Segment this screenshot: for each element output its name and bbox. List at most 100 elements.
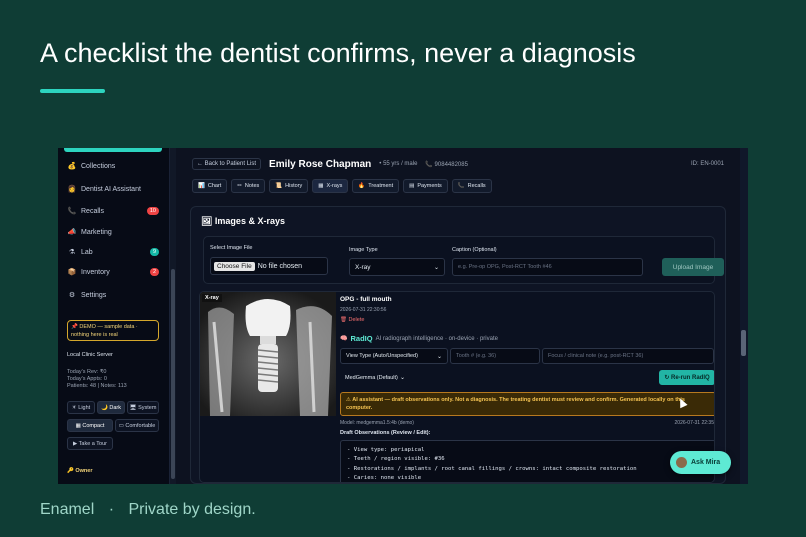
draft-observations-textarea[interactable]: - View type: periapical - Teeth / region… — [340, 440, 714, 482]
main-scrollbar[interactable] — [740, 148, 748, 484]
tab-history[interactable]: 📜 History — [269, 179, 309, 193]
take-tour-button[interactable]: ▶ Take a Tour — [67, 437, 113, 450]
app-screenshot: 💰 Collections 👩 Dentist AI Assistant 📞 R… — [58, 148, 748, 484]
patient-phone: 📞 9084482085 — [425, 161, 468, 168]
draft-observations-label: Draft Observations (Review / Edit): — [340, 430, 431, 436]
footer-separator: · — [108, 501, 115, 518]
images-card-title: 🖼 Images & X-rays — [201, 216, 285, 226]
upload-image-button[interactable]: Upload Image — [662, 258, 724, 276]
sidebar-active-indicator — [64, 148, 162, 152]
patient-tabs: 📊 Chart ✏ Notes 📜 History ▦ X-rays 🔥 Treatmen… — [192, 179, 492, 193]
tab-label: Recalls — [467, 183, 486, 189]
pencil-icon: ✏ — [237, 183, 242, 189]
slide-title: A checklist the dentist confirms, never … — [40, 38, 636, 68]
stat-revenue: Today's Rev: ₹0 — [67, 369, 107, 375]
count-badge: 10 — [146, 207, 159, 215]
sidebar-item-dentist-ai[interactable]: 👩 Dentist AI Assistant — [67, 181, 159, 197]
tab-recalls[interactable]: 📞 Recalls — [451, 179, 492, 193]
count-badge: 2 — [149, 268, 159, 276]
upload-form: Select Image File Choose File No file ch… — [203, 236, 724, 284]
image-type-select[interactable]: X-ray ⌄ — [349, 258, 445, 276]
tab-notes[interactable]: ✏ Notes — [231, 179, 266, 193]
view-type-select[interactable]: View Type (Auto/Unspecified) ⌄ — [340, 348, 448, 364]
caption-label: Caption (Optional) — [452, 247, 497, 253]
main-panel: ← Back to Patient List Emily Rose Chapma… — [176, 148, 740, 484]
chevron-down-icon: ⌄ — [436, 353, 442, 360]
chevron-down-icon: ⌄ — [433, 264, 439, 271]
model-select[interactable]: MedGemma (Default) ⌄ — [340, 370, 410, 385]
scroll-icon: 📜 — [275, 183, 283, 189]
back-to-patient-list-button[interactable]: ← Back to Patient List — [192, 158, 262, 170]
sidebar-scroll-thumb[interactable] — [171, 269, 175, 479]
assistant-avatar — [676, 457, 687, 468]
radiq-name: RadIQ — [350, 334, 373, 343]
radiq-header: 🧠 RadIQ AI radiograph intelligence · on-… — [340, 334, 498, 343]
ai-warning-banner: ⚠ AI assistant — draft observations only… — [340, 392, 714, 416]
sidebar-item-label: Inventory — [81, 268, 110, 276]
xray-tag: X-ray — [202, 294, 222, 302]
sidebar-item-recalls[interactable]: 📞 Recalls 10 — [67, 203, 159, 219]
tab-label: Notes — [244, 183, 260, 189]
model-select-value: MedGemma (Default) — [345, 374, 398, 381]
tab-label: X-rays — [326, 183, 343, 189]
xray-image[interactable]: X-ray — [200, 292, 336, 416]
server-label: Local Clinic Server — [67, 352, 113, 358]
money-bag-icon: 💰 — [67, 163, 77, 170]
fire-icon: 🔥 — [358, 183, 366, 189]
theme-light-button[interactable]: ☀ Light — [67, 401, 95, 414]
sidebar-item-settings[interactable]: ⚙ Settings — [67, 287, 159, 303]
sidebar-item-marketing[interactable]: 📣 Marketing — [67, 224, 159, 240]
tab-chart[interactable]: 📊 Chart — [192, 179, 228, 193]
file-status: No file chosen — [257, 262, 303, 270]
model-info: Model: medgemma1.5:4b (demo) — [340, 420, 414, 426]
sidebar-item-label: Dentist AI Assistant — [81, 185, 141, 193]
patient-age-sex: • 55 yrs / male — [379, 161, 418, 167]
theme-dark-button[interactable]: 🌙 Dark — [97, 401, 125, 414]
flask-icon: ⚗ — [68, 249, 76, 256]
select-file-label: Select Image File — [210, 245, 253, 251]
density-compact-button[interactable]: ▦ Compact — [67, 419, 113, 432]
sidebar-item-label: Settings — [81, 291, 107, 299]
file-input[interactable]: Choose File No file chosen — [210, 257, 328, 275]
tab-payments[interactable]: ▤ Payments — [403, 179, 448, 193]
footer-brand: Enamel — [40, 501, 95, 518]
xray-record: X-ray OPG - full mouth 2026-07-31 22:30:… — [199, 291, 715, 483]
density-comfortable-button[interactable]: ▭ Comfortable — [115, 419, 159, 432]
footer-tagline: Private by design. — [128, 501, 256, 518]
model-timestamp: 2026-07-31 22:35 — [674, 420, 714, 426]
sidebar-item-lab[interactable]: ⚗ Lab 9 — [67, 244, 159, 260]
xray-radiograph — [200, 292, 336, 416]
user-role: 🔑 Owner — [67, 468, 93, 474]
sidebar-item-collections[interactable]: 💰 Collections — [67, 158, 159, 174]
ask-mira-button[interactable]: Ask Mira — [670, 451, 731, 474]
stat-counts: Patients: 48 | Notes: 113 — [67, 383, 127, 389]
rerun-radiq-button[interactable]: ↻ Re-run RadIQ — [659, 370, 714, 385]
accent-bar — [40, 89, 105, 93]
megaphone-icon: 📣 — [67, 229, 77, 236]
xray-date: 2026-07-31 22:30:56 — [340, 307, 387, 313]
chevron-down-icon: ⌄ — [399, 375, 405, 381]
radiq-description: AI radiograph intelligence · on-device ·… — [375, 335, 498, 342]
chart-icon: 📊 — [198, 183, 205, 189]
tab-xrays[interactable]: ▦ X-rays — [312, 179, 349, 193]
demo-notice: 📌 DEMO — sample data · nothing here is r… — [67, 320, 159, 341]
gear-icon: ⚙ — [68, 292, 76, 299]
image-type-label: Image Type — [349, 247, 378, 253]
patient-header: ← Back to Patient List Emily Rose Chapma… — [192, 153, 724, 175]
xray-info: OPG - full mouth 2026-07-31 22:30:56 🗑 D… — [340, 292, 714, 482]
tooth-input[interactable]: Tooth # (e.g. 36) — [450, 348, 540, 364]
main-scroll-thumb[interactable] — [741, 330, 746, 356]
caption-input[interactable]: e.g. Pre-op OPG, Post-RCT Tooth #46 — [452, 258, 643, 276]
choose-file-button[interactable]: Choose File — [214, 261, 255, 271]
focus-input[interactable]: Focus / clinical note (e.g. post-RCT 36) — [542, 348, 714, 364]
tab-treatment[interactable]: 🔥 Treatment — [352, 179, 400, 193]
view-type-value: View Type (Auto/Unspecified) — [346, 353, 418, 359]
image-type-value: X-ray — [355, 263, 371, 271]
theme-system-button[interactable]: 🖥 System — [127, 401, 159, 414]
demo-notice-line: nothing here is real — [71, 332, 118, 338]
box-icon: 📦 — [67, 269, 77, 276]
delete-button[interactable]: 🗑 Delete — [340, 317, 364, 323]
patient-id: ID: EN-0001 — [690, 161, 724, 167]
sidebar-item-inventory[interactable]: 📦 Inventory 2 — [67, 264, 159, 280]
count-badge: 9 — [149, 248, 159, 256]
